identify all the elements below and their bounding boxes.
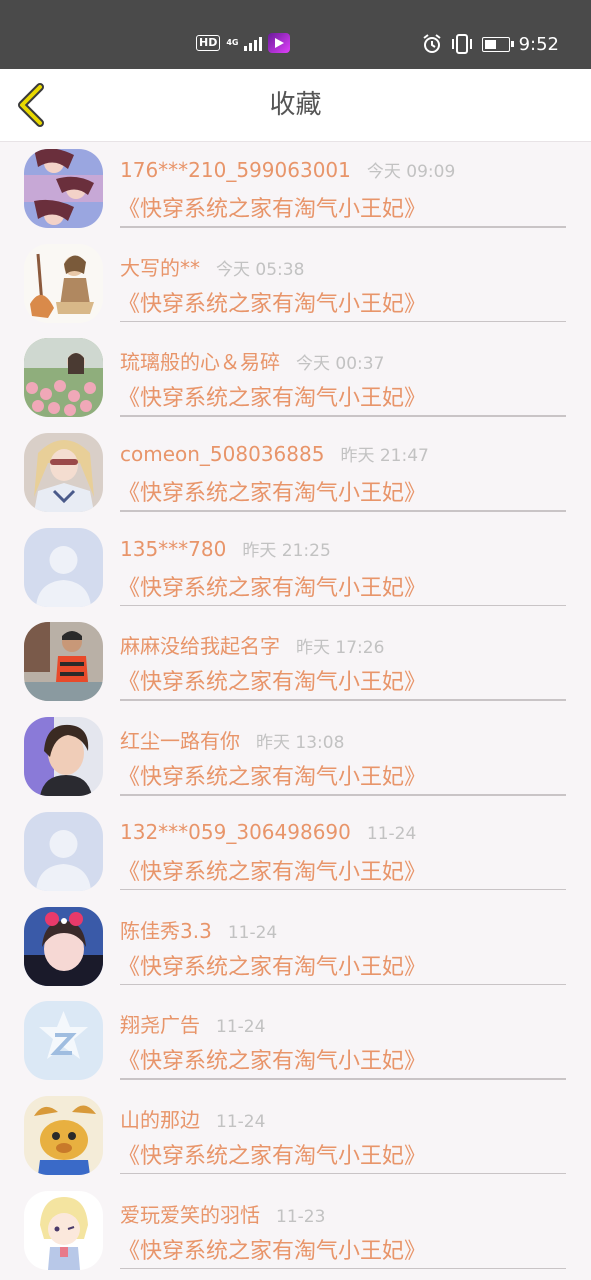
list-item[interactable]: 176***210_599063001 今天 09:09 《快穿系统之家有淘气小… xyxy=(0,141,591,236)
timestamp: 今天 09:09 xyxy=(366,162,456,182)
timestamp: 11-24 xyxy=(216,1111,266,1132)
status-right: 9:52 xyxy=(422,32,559,56)
book-title[interactable]: 《快穿系统之家有淘气小王妃》 xyxy=(118,664,426,696)
book-title[interactable]: 《快穿系统之家有淘气小王妃》 xyxy=(118,475,426,507)
list-item[interactable]: comeon_508036885 昨天 21:47 《快穿系统之家有淘气小王妃》 xyxy=(0,425,591,520)
avatar[interactable] xyxy=(24,338,103,418)
list-item[interactable]: 135***780 昨天 21:25 《快穿系统之家有淘气小王妃》 xyxy=(0,520,591,615)
divider xyxy=(120,888,566,891)
divider xyxy=(120,794,566,796)
user-name: 陈佳秀3.3 xyxy=(120,918,212,943)
divider xyxy=(120,1172,566,1175)
divider xyxy=(120,604,566,607)
vibrate-icon xyxy=(451,34,472,54)
avatar[interactable] xyxy=(24,433,103,513)
signal-icon xyxy=(244,35,263,51)
battery-icon xyxy=(481,36,514,52)
status-indicators: HD 4G xyxy=(196,32,291,54)
timestamp: 昨天 21:47 xyxy=(340,446,429,467)
user-name: 翔尧广告 xyxy=(120,1013,200,1038)
divider xyxy=(120,1267,566,1270)
user-name: 麻麻没给我起名字 xyxy=(120,634,280,659)
book-title[interactable]: 《快穿系统之家有淘气小王妃》 xyxy=(118,1138,426,1170)
hd-badge: HD xyxy=(196,35,221,51)
book-title[interactable]: 《快穿系统之家有淘气小王妃》 xyxy=(118,570,426,602)
divider xyxy=(120,320,566,323)
user-name: 琉璃般的心＆易碎 xyxy=(120,350,280,375)
divider xyxy=(120,226,566,228)
user-name: 爱玩爱笑的羽恬 xyxy=(120,1202,260,1227)
book-title[interactable]: 《快穿系统之家有淘气小王妃》 xyxy=(118,191,426,223)
list-item[interactable]: 大写的** 今天 05:38 《快穿系统之家有淘气小王妃》 xyxy=(0,236,591,331)
book-title[interactable]: 《快穿系统之家有淘气小王妃》 xyxy=(118,854,426,886)
user-name: 大写的** xyxy=(120,255,200,280)
timestamp: 11-24 xyxy=(366,823,417,844)
user-name: comeon_508036885 xyxy=(120,442,325,467)
header: 收藏 xyxy=(0,69,591,142)
avatar[interactable] xyxy=(24,243,103,323)
avatar[interactable] xyxy=(24,1095,103,1175)
avatar[interactable] xyxy=(24,622,103,702)
clock: 9:52 xyxy=(518,33,559,55)
book-title[interactable]: 《快穿系统之家有淘气小王妃》 xyxy=(118,380,426,412)
book-title[interactable]: 《快穿系统之家有淘气小王妃》 xyxy=(118,1233,426,1265)
book-title[interactable]: 《快穿系统之家有淘气小王妃》 xyxy=(118,949,426,981)
avatar[interactable] xyxy=(24,1190,103,1270)
book-title[interactable]: 《快穿系统之家有淘气小王妃》 xyxy=(118,1043,426,1075)
user-name: 山的那边 xyxy=(120,1107,200,1132)
book-title[interactable]: 《快穿系统之家有淘气小王妃》 xyxy=(118,286,426,318)
divider xyxy=(120,1078,566,1080)
list-item[interactable]: 山的那边 11-24 《快穿系统之家有淘气小王妃》 xyxy=(0,1088,591,1183)
network-type-label: 4G xyxy=(226,38,239,47)
user-name: 135***780 xyxy=(120,536,227,561)
list-item[interactable]: 麻麻没给我起名字 昨天 17:26 《快穿系统之家有淘气小王妃》 xyxy=(0,614,591,709)
avatar[interactable] xyxy=(24,149,103,228)
qq-default-icon xyxy=(24,1001,103,1081)
default-user-icon xyxy=(24,811,103,891)
divider xyxy=(120,510,566,512)
timestamp: 昨天 17:26 xyxy=(296,638,385,659)
user-name: 176***210_599063001 xyxy=(120,158,351,182)
user-name: 132***059_306498690 xyxy=(120,819,351,844)
avatar[interactable] xyxy=(24,527,103,607)
divider xyxy=(120,415,566,417)
avatar[interactable] xyxy=(24,906,103,986)
list-item[interactable]: 爱玩爱笑的羽恬 11-23 《快穿系统之家有淘气小王妃》 xyxy=(0,1183,591,1278)
page-title: 收藏 xyxy=(269,90,322,120)
status-bar: HD 4G 9:52 xyxy=(0,0,591,69)
alarm-icon xyxy=(422,34,441,53)
avatar[interactable] xyxy=(24,1001,103,1081)
timestamp: 昨天 13:08 xyxy=(256,733,345,754)
favorites-list: 176***210_599063001 今天 09:09 《快穿系统之家有淘气小… xyxy=(0,141,591,1277)
timestamp: 11-24 xyxy=(216,1017,266,1038)
default-user-icon xyxy=(24,527,103,607)
timestamp: 昨天 21:25 xyxy=(242,540,331,561)
timestamp: 11-24 xyxy=(227,922,278,943)
avatar[interactable] xyxy=(24,811,103,891)
list-item[interactable]: 琉璃般的心＆易碎 今天 00:37 《快穿系统之家有淘气小王妃》 xyxy=(0,330,591,425)
list-item[interactable]: 132***059_306498690 11-24 《快穿系统之家有淘气小王妃》 xyxy=(0,804,591,899)
user-name: 红尘一路有你 xyxy=(120,729,240,754)
list-item[interactable]: 红尘一路有你 昨天 13:08 《快穿系统之家有淘气小王妃》 xyxy=(0,709,591,804)
avatar[interactable] xyxy=(24,717,103,797)
video-app-icon xyxy=(268,33,291,53)
timestamp: 11-23 xyxy=(276,1206,326,1227)
book-title[interactable]: 《快穿系统之家有淘气小王妃》 xyxy=(118,759,426,791)
list-item[interactable]: 翔尧广告 11-24 《快穿系统之家有淘气小王妃》 xyxy=(0,993,591,1088)
list-item[interactable]: 陈佳秀3.3 11-24 《快穿系统之家有淘气小王妃》 xyxy=(0,899,591,994)
timestamp: 今天 00:37 xyxy=(296,354,385,375)
divider xyxy=(120,983,566,985)
divider xyxy=(120,699,566,701)
timestamp: 今天 05:38 xyxy=(216,259,305,280)
